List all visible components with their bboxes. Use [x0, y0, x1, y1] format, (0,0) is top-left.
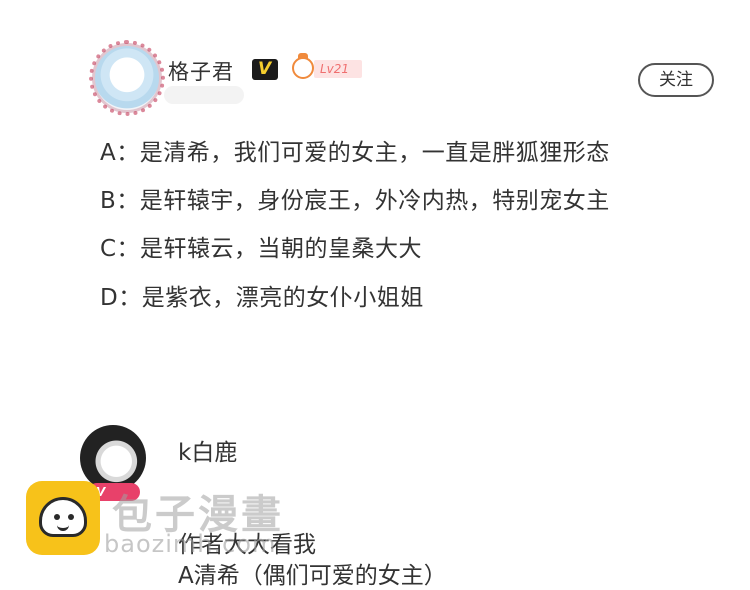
option-a: A：是清希，我们可爱的女主，一直是胖狐狸形态	[100, 140, 610, 166]
level-medal-icon	[292, 53, 314, 79]
option-b: B：是轩辕宇，身份宸王，外冷内热，特别宠女主	[100, 188, 610, 214]
vip-badge: V	[252, 59, 278, 80]
commenter-name[interactable]: k白鹿	[178, 433, 237, 467]
avatar-frame-decoration	[89, 40, 165, 116]
bun-icon	[39, 497, 87, 537]
author-name[interactable]: 格子君	[168, 56, 234, 86]
option-c: C：是轩辕云，当朝的皇桑大大	[100, 236, 423, 262]
vip-badge-label: V	[258, 59, 272, 79]
watermark-logo-icon	[26, 481, 100, 555]
level-badge-label: Lv21	[320, 62, 350, 76]
watermark-url: baozimh.com	[104, 530, 277, 558]
follow-button[interactable]: 关注	[638, 63, 714, 97]
bun-mouth	[57, 522, 69, 531]
comment-text-line-2: A清希（偶们可爱的女主）	[178, 563, 447, 589]
bun-eye-left	[54, 514, 60, 520]
author-avatar[interactable]	[89, 40, 165, 116]
bun-eye-right	[68, 514, 74, 520]
option-d: D：是紫衣，漂亮的女仆小姐姐	[100, 285, 424, 311]
level-badge: Lv21	[314, 60, 362, 78]
blurred-meta	[164, 86, 244, 104]
